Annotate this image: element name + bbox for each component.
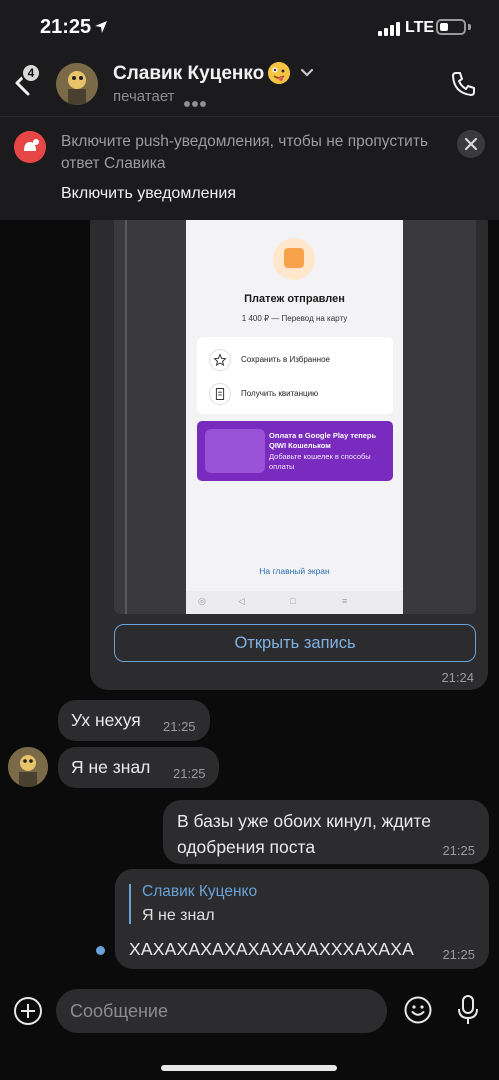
incoming-message[interactable]: Ух нехуя 21:25: [58, 700, 210, 741]
gamepad-icon: [205, 429, 265, 473]
network-type: LTE: [405, 19, 435, 36]
outgoing-reply-message[interactable]: Славик Куценко Я не знал ХАХАХАХАХАХАХАХ…: [115, 869, 489, 969]
promo-title: Оплата в Google Play теперь QIWI Кошельк…: [269, 431, 377, 450]
location-arrow-icon: [95, 21, 107, 33]
open-post-button[interactable]: Открыть запись: [114, 624, 476, 662]
save-favorite-label: Сохранить в Избранное: [241, 355, 330, 364]
nav-circle-icon: ◎: [198, 596, 206, 606]
reply-text: Я не знал: [142, 907, 215, 924]
home-screen-link: На главный экран: [259, 566, 330, 576]
typing-status: печатает: [113, 88, 175, 105]
message-time: 21:24: [441, 670, 474, 685]
nav-menu-icon: ≡: [342, 596, 348, 606]
message-time: 21:25: [442, 947, 475, 962]
battery-tip: [468, 24, 471, 30]
message-composer: [0, 980, 499, 1080]
incoming-message[interactable]: Я не знал 21:25: [58, 747, 219, 788]
attach-plus-icon[interactable]: [14, 997, 42, 1025]
payment-subtitle: 1 400 ₽ — Перевод на карту: [241, 314, 348, 323]
chat-name[interactable]: Славик Куценко: [113, 63, 264, 85]
chat-header: 4 Славик Куценко печатает: [0, 54, 499, 116]
message-time: 21:25: [442, 843, 475, 858]
star-icon: [209, 349, 231, 371]
message-text: Ух нехуя: [71, 710, 141, 730]
message-list[interactable]: Платеж отправлен 1 400 ₽ — Перевод на ка…: [0, 220, 499, 980]
close-icon[interactable]: [457, 130, 485, 158]
message-time: 21:25: [163, 719, 196, 734]
payment-screenshot: Платеж отправлен 1 400 ₽ — Перевод на ка…: [186, 220, 403, 614]
phone-icon[interactable]: [450, 70, 478, 98]
notification-bell-icon: [14, 131, 46, 163]
message-text: ХАХАХАХАХАХАХАХАХХХАХАХА: [129, 939, 414, 959]
thumbs-up-hand: [284, 248, 304, 268]
chevron-down-icon[interactable]: [300, 68, 314, 78]
post-quote-line: [125, 220, 127, 614]
message-time: 21:25: [173, 766, 206, 781]
reply-quote-bar: [129, 884, 131, 924]
avatar[interactable]: [56, 63, 98, 105]
signal-icon: [378, 22, 400, 36]
post-preview: Платеж отправлен 1 400 ₽ — Перевод на ка…: [114, 220, 476, 614]
status-time: 21:25: [40, 16, 92, 38]
payment-title: Платеж отправлен: [244, 293, 345, 305]
nav-back-icon: ◁: [238, 596, 245, 606]
promo-text: Добавьте кошелек в способы оплаты: [269, 452, 371, 471]
receipt-icon: [209, 383, 231, 405]
list-item: Получить квитанцию: [197, 377, 393, 409]
zany-face-emoji-icon: [268, 62, 290, 84]
promo-banner: Оплата в Google Play теперь QIWI Кошельк…: [197, 421, 393, 481]
enable-notifications-link[interactable]: Включить уведомления: [61, 185, 236, 203]
unread-indicator: [96, 946, 105, 955]
nav-home-icon: □: [290, 596, 296, 606]
message-text: В базы уже обоих кинул, ждите одобрения …: [177, 811, 431, 857]
message-text: Я не знал: [71, 757, 151, 777]
push-banner-text: Включите push-уведомления, чтобы не проп…: [61, 133, 428, 172]
payment-actions-card: Сохранить в Избранное Получить квитанцию: [197, 337, 393, 414]
get-receipt-label: Получить квитанцию: [241, 389, 319, 398]
microphone-icon[interactable]: [456, 994, 480, 1026]
emoji-smile-icon[interactable]: [404, 996, 432, 1024]
sender-avatar[interactable]: [8, 747, 48, 787]
push-notification-banner: Включите push-уведомления, чтобы не проп…: [0, 116, 499, 220]
outgoing-message[interactable]: В базы уже обоих кинул, ждите одобрения …: [163, 800, 489, 864]
message-input[interactable]: [56, 989, 387, 1033]
forwarded-post-bubble[interactable]: Платеж отправлен 1 400 ₽ — Перевод на ка…: [90, 220, 488, 690]
typing-dots-icon: [184, 94, 208, 112]
battery-icon: [436, 19, 466, 35]
status-bar: 21:25 LTE: [0, 0, 499, 54]
home-indicator: [161, 1065, 337, 1071]
list-item: Сохранить в Избранное: [197, 343, 393, 375]
reply-author[interactable]: Славик Куценко: [142, 883, 257, 901]
android-nav-bar: ◎ ◁ □ ≡: [186, 591, 403, 614]
unread-count-badge: 4: [21, 63, 41, 83]
